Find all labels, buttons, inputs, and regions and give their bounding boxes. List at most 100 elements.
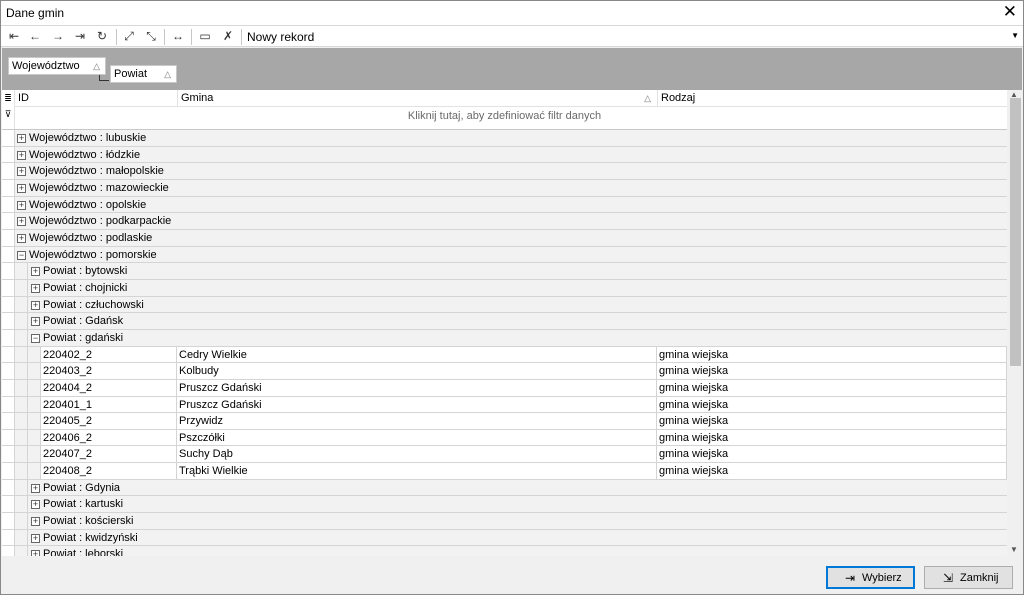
group-row-powiat[interactable]: + Powiat : kartuski bbox=[2, 496, 1007, 514]
cell-rodzaj[interactable]: gmina wiejska bbox=[657, 379, 1007, 396]
expand-icon[interactable]: + bbox=[31, 267, 40, 277]
scrollbar-thumb[interactable] bbox=[1010, 98, 1021, 366]
cell-id[interactable]: 220401_1 bbox=[41, 396, 177, 413]
collapse-all-icon[interactable]: ⤡ bbox=[142, 28, 160, 45]
vertical-scrollbar[interactable]: ▲ ▼ bbox=[1007, 90, 1023, 556]
expand-icon[interactable]: + bbox=[17, 150, 26, 160]
first-icon[interactable]: ⇤ bbox=[5, 28, 23, 45]
scroll-down-icon[interactable]: ▼ bbox=[1010, 545, 1018, 554]
cell-gmina[interactable]: Pruszcz Gdański bbox=[177, 396, 657, 413]
cell-id[interactable]: 220404_2 bbox=[41, 379, 177, 396]
column-header-gmina[interactable]: Gmina △ bbox=[177, 90, 657, 107]
group-row-powiat[interactable]: − Powiat : gdański bbox=[2, 329, 1007, 347]
group-row-powiat[interactable]: + Powiat : lęborski bbox=[2, 546, 1007, 556]
expand-icon[interactable]: + bbox=[31, 517, 40, 527]
expand-icon[interactable]: + bbox=[17, 183, 26, 193]
cell-gmina[interactable]: Suchy Dąb bbox=[177, 446, 657, 463]
group-row-wojewodztwo[interactable]: + Województwo : małopolskie bbox=[2, 163, 1007, 180]
close-button[interactable]: ⇲ Zamknij bbox=[924, 566, 1013, 589]
cell-id[interactable]: 220407_2 bbox=[41, 446, 177, 463]
group-row-powiat[interactable]: + Powiat : kwidzyński bbox=[2, 529, 1007, 547]
expand-icon[interactable]: + bbox=[31, 533, 40, 543]
chevron-down-icon[interactable]: ▼ bbox=[1011, 31, 1019, 40]
table-row[interactable]: 220407_2 Suchy Dąb gmina wiejska bbox=[2, 446, 1007, 464]
cell-id[interactable]: 220403_2 bbox=[41, 363, 177, 379]
refresh-icon[interactable]: ↻ bbox=[93, 28, 111, 45]
group-row-powiat[interactable]: + Powiat : Gdynia bbox=[2, 479, 1007, 497]
cell-id[interactable]: 220402_2 bbox=[41, 346, 177, 363]
cell-rodzaj[interactable]: gmina wiejska bbox=[657, 413, 1007, 429]
expand-icon[interactable]: + bbox=[31, 500, 40, 510]
cell-gmina[interactable]: Trąbki Wielkie bbox=[177, 463, 657, 479]
expand-icon[interactable]: + bbox=[17, 233, 26, 243]
clear-filter-icon[interactable]: ✗ bbox=[219, 28, 237, 45]
group-row-wojewodztwo[interactable]: + Województwo : podkarpackie bbox=[2, 213, 1007, 230]
print-icon[interactable]: ▭ bbox=[196, 28, 214, 45]
column-header-id[interactable]: ID bbox=[15, 90, 177, 107]
prev-icon[interactable]: ← bbox=[26, 28, 44, 45]
table-row[interactable]: 220403_2 Kolbudy gmina wiejska bbox=[2, 363, 1007, 380]
cell-id[interactable]: 220408_2 bbox=[41, 463, 177, 479]
new-record-button[interactable]: Nowy rekord bbox=[247, 30, 314, 44]
table-row[interactable]: 220401_1 Pruszcz Gdański gmina wiejska bbox=[2, 396, 1007, 414]
expand-icon[interactable]: + bbox=[31, 317, 40, 327]
cell-gmina[interactable]: Pruszcz Gdański bbox=[177, 379, 657, 396]
expand-icon[interactable]: + bbox=[17, 200, 26, 210]
group-row-powiat[interactable]: + Powiat : bytowski bbox=[2, 263, 1007, 280]
expand-icon[interactable]: + bbox=[31, 483, 40, 493]
collapse-icon[interactable]: − bbox=[17, 250, 26, 260]
cell-gmina[interactable]: Cedry Wielkie bbox=[177, 346, 657, 363]
group-row-wojewodztwo[interactable]: + Województwo : łódzkie bbox=[2, 146, 1007, 164]
cell-gmina[interactable]: Pszczółki bbox=[177, 429, 657, 446]
row-indicator bbox=[2, 329, 15, 346]
next-icon[interactable]: → bbox=[49, 28, 67, 45]
table-row[interactable]: 220402_2 Cedry Wielkie gmina wiejska bbox=[2, 346, 1007, 364]
column-header-rodzaj[interactable]: Rodzaj bbox=[657, 90, 1007, 107]
group-row-wojewodztwo[interactable]: + Województwo : lubuskie bbox=[2, 130, 1007, 147]
last-icon[interactable]: ⇥ bbox=[71, 28, 89, 45]
group-row-wojewodztwo[interactable]: + Województwo : mazowieckie bbox=[2, 179, 1007, 197]
row-indicator bbox=[2, 196, 15, 213]
group-chip-powiat[interactable]: Powiat △ bbox=[110, 65, 177, 83]
expand-icon[interactable]: + bbox=[31, 300, 40, 310]
group-row-wojewodztwo[interactable]: − Województwo : pomorskie bbox=[2, 246, 1007, 264]
group-row-wojewodztwo[interactable]: + Województwo : podlaskie bbox=[2, 229, 1007, 247]
expand-icon[interactable]: + bbox=[17, 217, 26, 227]
grid-rows: + Województwo : lubuskie + Województwo : łó… bbox=[2, 130, 1007, 556]
cell-rodzaj[interactable]: gmina wiejska bbox=[657, 346, 1007, 363]
group-row-powiat[interactable]: + Powiat : kościerski bbox=[2, 513, 1007, 530]
group-row-powiat[interactable]: + Powiat : człuchowski bbox=[2, 296, 1007, 314]
cell-gmina[interactable]: Kolbudy bbox=[177, 363, 657, 379]
cell-rodzaj[interactable]: gmina wiejska bbox=[657, 463, 1007, 479]
group-indent bbox=[15, 279, 28, 296]
close-icon[interactable]: ✕ bbox=[1003, 3, 1017, 21]
group-row-powiat[interactable]: + Powiat : Gdańsk bbox=[2, 313, 1007, 330]
table-row[interactable]: 220406_2 Pszczółki gmina wiejska bbox=[2, 429, 1007, 447]
group-row-powiat[interactable]: + Powiat : chojnicki bbox=[2, 279, 1007, 297]
expand-all-icon[interactable]: ⤢ bbox=[120, 28, 138, 45]
window-title: Dane gmin bbox=[6, 6, 65, 20]
filter-row[interactable]: ⊽ Kliknij tutaj, aby zdefiniować filtr d… bbox=[2, 107, 1007, 130]
cell-rodzaj[interactable]: gmina wiejska bbox=[657, 363, 1007, 379]
select-button[interactable]: ⇥ Wybierz bbox=[826, 566, 915, 589]
cell-rodzaj[interactable]: gmina wiejska bbox=[657, 396, 1007, 413]
table-row[interactable]: 220405_2 Przywidz gmina wiejska bbox=[2, 413, 1007, 430]
expand-icon[interactable]: + bbox=[17, 134, 26, 143]
expand-icon[interactable]: + bbox=[31, 550, 40, 556]
table-row[interactable]: 220408_2 Trąbki Wielkie gmina wiejska bbox=[2, 463, 1007, 480]
cell-rodzaj[interactable]: gmina wiejska bbox=[657, 429, 1007, 446]
row-indicator bbox=[2, 429, 15, 446]
table-row[interactable]: 220404_2 Pruszcz Gdański gmina wiejska bbox=[2, 379, 1007, 397]
cell-gmina[interactable]: Przywidz bbox=[177, 413, 657, 429]
row-indicator bbox=[2, 363, 15, 379]
cell-id[interactable]: 220406_2 bbox=[41, 429, 177, 446]
column-chooser-icon[interactable]: ≣ bbox=[2, 90, 15, 107]
cell-id[interactable]: 220405_2 bbox=[41, 413, 177, 429]
group-row-wojewodztwo[interactable]: + Województwo : opolskie bbox=[2, 196, 1007, 214]
fit-columns-icon[interactable]: ↔ bbox=[169, 28, 187, 45]
group-chip-wojewodztwo[interactable]: Województwo △ bbox=[8, 57, 106, 75]
collapse-icon[interactable]: − bbox=[31, 333, 40, 343]
expand-icon[interactable]: + bbox=[31, 283, 40, 293]
cell-rodzaj[interactable]: gmina wiejska bbox=[657, 446, 1007, 463]
expand-icon[interactable]: + bbox=[17, 167, 26, 177]
